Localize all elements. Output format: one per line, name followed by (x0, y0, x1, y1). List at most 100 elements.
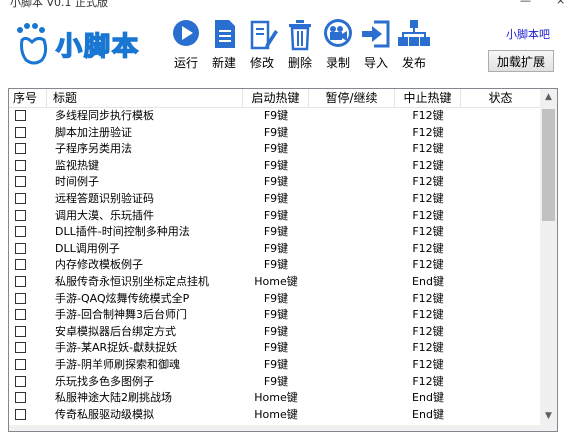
row-checkbox[interactable] (15, 110, 26, 121)
row-stop-hotkey: End键 (412, 275, 444, 288)
row-stop-hotkey: F12键 (412, 291, 444, 305)
column-header-pause-resume[interactable]: 暂停/继续 (309, 89, 395, 107)
column-header-stop-hotkey[interactable]: 中止热键 (395, 89, 461, 107)
table-row[interactable]: 安卓模拟器后台绑定方式 F9键 F12键 (9, 324, 541, 341)
table-row[interactable]: 手游-回合制神舞3后台师门 F9键 F12键 (9, 307, 541, 324)
table-row[interactable]: 乐玩找多色多图例子 F9键 F12键 (9, 374, 541, 391)
table-row[interactable]: 手游-阴羊师刷探索和御魂 F9键 F12键 (9, 357, 541, 374)
new-button[interactable]: 新建 (206, 18, 242, 76)
row-checkbox[interactable] (15, 375, 26, 387)
scroll-down-icon[interactable]: ▼ (540, 408, 557, 425)
table-row[interactable]: 内存修改模板例子 F9键 F12键 (9, 257, 541, 274)
edit-button[interactable]: 修改 (244, 18, 280, 76)
table-row[interactable]: 多线程同步执行模板 F9键 F12键 (9, 108, 541, 125)
table-row[interactable]: 手游-QAQ炫舞传统模式全P F9键 F12键 (9, 291, 541, 308)
list-header: 序号 标题 启动热键 暂停/继续 中止热键 状态 (9, 89, 541, 108)
row-checkbox[interactable] (15, 259, 26, 271)
row-title: 私服传奇永恒识别坐标定点挂机 (55, 275, 209, 288)
record-button[interactable]: 录制 (320, 18, 356, 76)
row-start-hotkey: F9键 (263, 308, 289, 322)
row-status (461, 340, 541, 356)
row-title: 手游-某AR捉妖-獻麸捉妖 (55, 341, 178, 355)
table-row[interactable]: DLL插件-时间控制多种用法 F9键 F12键 (9, 224, 541, 241)
row-start-hotkey: F9键 (263, 125, 289, 139)
row-checkbox[interactable] (15, 143, 26, 155)
column-header-status[interactable]: 状态 (461, 89, 541, 107)
row-checkbox[interactable] (15, 408, 26, 420)
table-row[interactable]: DLL调用例子 F9键 F12键 (9, 241, 541, 258)
script-list[interactable]: 序号 标题 启动热键 暂停/继续 中止热键 状态 多线程同步执行模板 F9键 F12… (8, 88, 558, 432)
row-pause-hotkey (309, 324, 395, 340)
row-checkbox[interactable] (15, 159, 26, 171)
column-header-title[interactable]: 标题 (47, 89, 243, 107)
horizontal-scrollbar[interactable] (9, 425, 541, 431)
row-checkbox[interactable] (15, 292, 26, 304)
column-header-index[interactable]: 序号 (9, 89, 47, 107)
row-title: 调用大漠、乐玩插件 (55, 208, 154, 222)
row-start-hotkey: F9键 (263, 341, 289, 355)
site-link[interactable]: 小脚本吧 (506, 26, 550, 42)
import-button[interactable]: 导入 (358, 18, 394, 76)
row-title: 内存修改模板例子 (55, 258, 143, 272)
scrollbar-thumb[interactable] (542, 109, 555, 221)
row-status (461, 191, 541, 207)
record-label: 录制 (325, 56, 350, 70)
row-checkbox[interactable] (15, 226, 26, 238)
row-checkbox[interactable] (15, 392, 26, 404)
row-title: 乐玩找多色多图例子 (55, 374, 154, 388)
row-status (461, 374, 541, 390)
row-checkbox[interactable] (15, 126, 26, 138)
load-extension-button[interactable]: 加载扩展 (488, 50, 554, 72)
row-checkbox[interactable] (15, 176, 26, 188)
row-pause-hotkey (309, 257, 395, 273)
run-button[interactable]: 运行 (168, 18, 204, 76)
close-button[interactable]: × (556, 0, 565, 7)
edit-label: 修改 (249, 56, 274, 70)
table-row[interactable]: 时间例子 F9键 F12键 (9, 174, 541, 191)
table-row[interactable]: 传奇私服驱动级模拟 Home键 End键 (9, 407, 541, 424)
row-checkbox[interactable] (15, 342, 26, 354)
row-pause-hotkey (309, 224, 395, 240)
row-status (461, 241, 541, 257)
footprint-logo-icon (17, 23, 48, 65)
column-header-start-hotkey[interactable]: 启动热键 (243, 89, 309, 107)
table-row[interactable]: 脚本加注册验证 F9键 F12键 (9, 125, 541, 142)
row-stop-hotkey: F12键 (412, 158, 444, 172)
table-row[interactable]: 私服传奇永恒识别坐标定点挂机 Home键 End键 (9, 274, 541, 291)
row-checkbox[interactable] (15, 309, 26, 321)
row-checkbox[interactable] (15, 242, 26, 254)
scroll-up-icon[interactable]: ▲ (540, 89, 557, 106)
row-pause-hotkey (309, 291, 395, 307)
table-row[interactable]: 调用大漠、乐玩插件 F9键 F12键 (9, 208, 541, 225)
row-status (461, 390, 541, 406)
publish-label: 发布 (401, 56, 426, 70)
table-row[interactable]: 私服神途大陆2刷挑战场 Home键 End键 (9, 390, 541, 407)
record-camera-icon (324, 19, 352, 47)
delete-button[interactable]: 删除 (282, 18, 318, 76)
row-checkbox[interactable] (15, 276, 26, 287)
row-checkbox[interactable] (15, 325, 26, 337)
row-pause-hotkey (309, 158, 395, 174)
publish-icon (398, 20, 430, 46)
row-checkbox[interactable] (15, 193, 26, 204)
table-row[interactable]: 监视热键 F9键 F12键 (9, 158, 541, 175)
row-title: 手游-QAQ炫舞传统模式全P (55, 291, 190, 305)
row-start-hotkey: F9键 (263, 158, 289, 172)
minimize-button[interactable]: — (520, 0, 531, 7)
table-row[interactable]: 远程答题识别验证码 F9键 F12键 (9, 191, 541, 208)
row-title: 时间例子 (55, 175, 99, 189)
row-stop-hotkey: F12键 (412, 175, 444, 189)
row-status (461, 158, 541, 174)
trash-icon (289, 20, 311, 51)
row-pause-hotkey (309, 174, 395, 190)
row-checkbox[interactable] (15, 209, 26, 221)
table-row[interactable]: 手游-某AR捉妖-獻麸捉妖 F9键 F12键 (9, 340, 541, 357)
toolbar: 小脚本 运行 新建 修改 删除 录制 导入 发布 小脚本吧 加载扩展 (0, 8, 576, 80)
row-status (461, 208, 541, 224)
table-row[interactable]: 子程序另类用法 F9键 F12键 (9, 141, 541, 158)
row-stop-hotkey: F12键 (412, 374, 444, 388)
vertical-scrollbar[interactable]: ▲ ▼ (540, 89, 557, 431)
publish-button[interactable]: 发布 (396, 18, 432, 76)
row-checkbox[interactable] (15, 359, 26, 370)
row-title: 私服神途大陆2刷挑战场 (55, 391, 172, 405)
